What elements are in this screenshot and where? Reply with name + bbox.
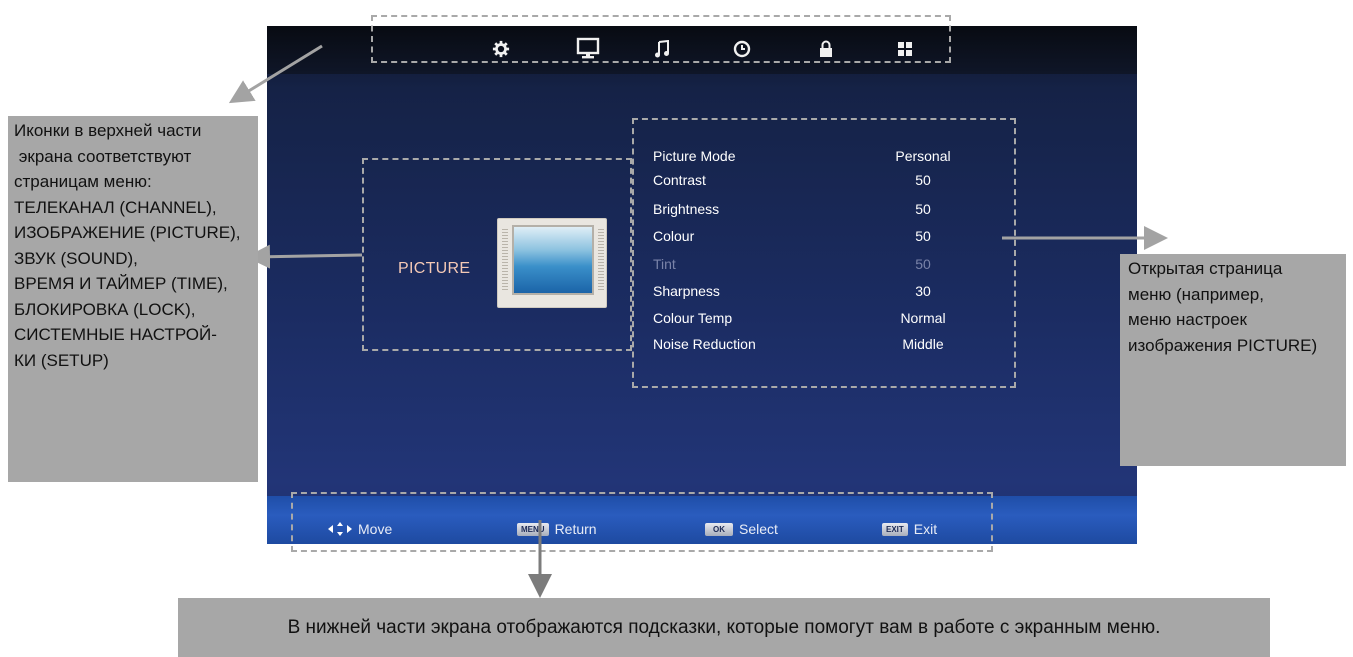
hint-move-label: Move (358, 521, 393, 537)
menu-item-label: Brightness (653, 201, 720, 217)
note-line: Иконки в верхней части (14, 121, 202, 140)
note-line: меню настроек (1128, 310, 1247, 329)
clock-icon[interactable] (733, 40, 751, 58)
move-arrows-icon (328, 522, 352, 536)
note-line: ЗВУК (SOUND), (14, 248, 138, 268)
exit-key-icon: EXIT (882, 522, 908, 536)
icons-explanation-note: Иконки в верхней части экрана соответств… (8, 116, 258, 482)
hint-exit-label: Exit (913, 521, 938, 537)
hint-select-label: Select (739, 521, 778, 537)
menu-item-label: Contrast (653, 172, 706, 188)
menu-item-label: Sharpness (653, 283, 720, 299)
monitor-icon[interactable] (576, 37, 600, 61)
hint-select: OK Select (705, 519, 778, 539)
note-line: ТЕЛЕКАНАЛ (CHANNEL), (14, 197, 217, 217)
note-line: ВРЕМЯ И ТАЙМЕР (TIME), (14, 274, 228, 293)
menu-item-value: Middle (902, 336, 944, 352)
note-line: страницам меню: (14, 172, 152, 191)
menu-item-label: Picture Mode (653, 148, 736, 164)
menu-item-picture-mode[interactable]: Picture Mode Personal (653, 148, 983, 170)
note-line: меню (например, (1128, 284, 1264, 304)
menu-item-label: Colour Temp (653, 310, 733, 326)
music-note-icon[interactable] (654, 40, 670, 58)
menu-item-value: Personal (895, 148, 951, 164)
menu-item-value: 50 (915, 256, 931, 272)
menu-item-sharpness[interactable]: Sharpness 30 (653, 283, 983, 305)
menu-item-colour-temp[interactable]: Colour Temp Normal (653, 310, 983, 332)
note-line: изображения PICTURE) (1128, 335, 1318, 355)
ok-key-icon: OK (705, 522, 733, 536)
menu-item-brightness[interactable]: Brightness 50 (653, 201, 983, 223)
note-line: экрана соответствуют (14, 146, 192, 166)
menu-item-noise-reduction[interactable]: Noise Reduction Middle (653, 336, 983, 358)
gear-icon[interactable] (492, 40, 510, 58)
menu-item-value: 50 (915, 228, 931, 244)
thumb-speaker-left (502, 229, 508, 291)
note-line: СИСТЕМНЫЕ НАСТРОЙ- (14, 325, 217, 344)
menu-key-icon: MENU (517, 522, 549, 536)
menu-item-tint: Tint 50 (653, 256, 983, 278)
hint-return-label: Return (554, 521, 597, 537)
menu-item-label: Tint (653, 256, 676, 272)
menu-item-contrast[interactable]: Contrast 50 (653, 172, 983, 194)
footer-hints-explanation-note: В нижней части экрана отображаются подск… (178, 598, 1270, 657)
menu-item-label: Colour (653, 228, 695, 244)
note-line: КИ (SETUP) (14, 350, 109, 370)
menu-page-explanation-note: Открытая страница меню (например, меню н… (1120, 254, 1346, 466)
menu-item-value: 50 (915, 172, 931, 188)
menu-item-value: Normal (900, 310, 946, 326)
menu-item-label: Noise Reduction (653, 336, 756, 352)
hint-return: MENU Return (517, 519, 597, 539)
hint-move: Move (328, 519, 392, 539)
menu-item-colour[interactable]: Colour 50 (653, 228, 983, 250)
hint-exit: EXIT Exit (882, 519, 937, 539)
lock-icon[interactable] (819, 40, 833, 58)
picture-page-illustration (497, 218, 607, 308)
thumb-speaker-right (598, 229, 604, 291)
note-line: БЛОКИРОВКА (LOCK), (14, 299, 196, 319)
setup-grid-icon[interactable] (897, 41, 913, 57)
page-title: PICTURE (398, 260, 471, 277)
menu-item-value: 50 (915, 201, 931, 217)
note-line: Открытая страница (1128, 259, 1283, 278)
thumb-screen (512, 225, 594, 295)
note-line: ИЗОБРАЖЕНИЕ (PICTURE), (14, 223, 241, 242)
menu-item-value: 30 (915, 283, 931, 299)
